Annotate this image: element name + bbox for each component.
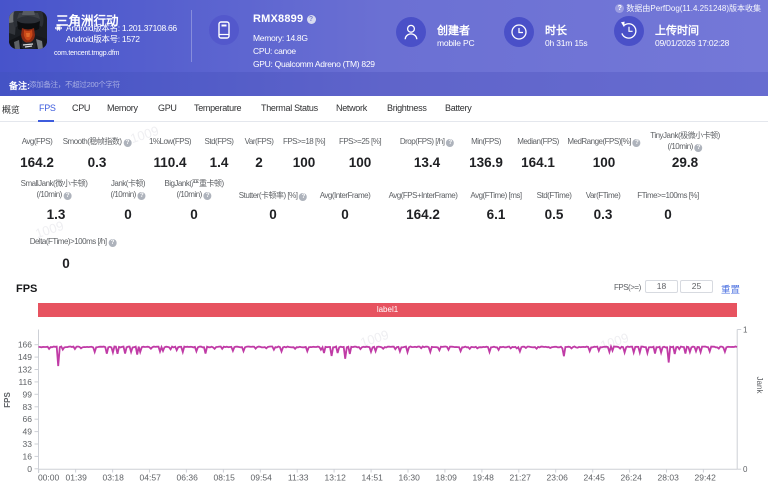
svg-text:04:57: 04:57 [140,473,162,483]
svg-text:08:15: 08:15 [214,473,236,483]
svg-text:116: 116 [18,377,32,387]
svg-text:33: 33 [23,439,33,449]
svg-text:00:00: 00:00 [38,473,60,483]
svg-text:24:45: 24:45 [584,473,606,483]
svg-text:66: 66 [23,414,33,424]
svg-text:49: 49 [23,427,33,437]
svg-text:0: 0 [27,464,32,474]
svg-text:19:48: 19:48 [473,473,495,483]
svg-text:18:09: 18:09 [436,473,458,483]
svg-text:21:27: 21:27 [510,473,532,483]
svg-text:1: 1 [743,326,748,335]
svg-text:16: 16 [23,451,33,461]
svg-text:13:12: 13:12 [325,473,347,483]
svg-text:149: 149 [18,352,32,362]
svg-text:166: 166 [18,340,32,350]
svg-text:23:06: 23:06 [547,473,569,483]
svg-text:29:42: 29:42 [695,473,717,483]
svg-text:06:36: 06:36 [177,473,199,483]
svg-text:132: 132 [18,365,32,375]
svg-text:26:24: 26:24 [621,473,643,483]
svg-text:09:54: 09:54 [251,473,273,483]
svg-text:0: 0 [743,465,748,474]
svg-text:FPS: FPS [3,392,12,408]
svg-text:11:33: 11:33 [288,473,309,483]
svg-text:99: 99 [23,389,33,399]
svg-text:28:03: 28:03 [658,473,680,483]
svg-text:Jank: Jank [755,377,764,395]
svg-text:83: 83 [23,402,33,412]
svg-text:01:39: 01:39 [66,473,88,483]
svg-text:16:30: 16:30 [399,473,421,483]
svg-text:14:51: 14:51 [362,473,384,483]
svg-text:03:18: 03:18 [103,473,125,483]
